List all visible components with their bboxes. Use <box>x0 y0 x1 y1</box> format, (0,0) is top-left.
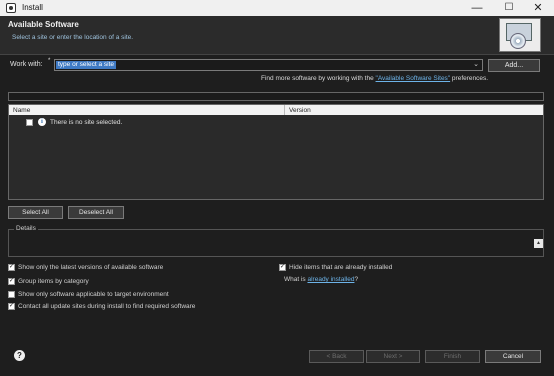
row-checkbox[interactable] <box>26 119 33 126</box>
finish-button[interactable]: Finish <box>425 350 480 363</box>
minimize-button[interactable]: — <box>462 0 492 16</box>
chevron-down-icon[interactable]: ⌄ <box>473 60 479 70</box>
find-more-suffix: preferences. <box>450 75 489 82</box>
work-with-combo[interactable]: type or select a site ⌄ <box>54 59 483 71</box>
software-tree[interactable]: Name Version i There is no site selected… <box>8 104 544 200</box>
checkbox-hide-installed[interactable]: ✓ <box>279 264 286 271</box>
cancel-button[interactable]: Cancel <box>485 350 541 363</box>
deselect-all-button[interactable]: Deselect All <box>68 206 124 219</box>
window-titlebar: Install — ☐ ✕ <box>0 0 554 16</box>
cd-disc-icon <box>510 33 526 49</box>
find-more-prefix: Find more software by working with the <box>261 75 376 82</box>
work-with-input-value[interactable]: type or select a site <box>56 61 116 69</box>
tree-row[interactable]: i There is no site selected. <box>9 117 543 127</box>
window-title: Install <box>22 3 43 12</box>
already-installed-link[interactable]: already installed <box>307 276 354 283</box>
what-is-prefix: What is <box>284 276 308 283</box>
option-label: Contact all update sites during install … <box>18 303 196 310</box>
what-is-suffix: ? <box>354 276 359 283</box>
filter-input[interactable] <box>8 92 544 101</box>
available-software-sites-link[interactable]: "Available Software Sites" <box>376 75 451 82</box>
column-header-name[interactable]: Name <box>13 107 30 114</box>
next-button[interactable]: Next > <box>366 350 420 363</box>
no-site-message: There is no site selected. <box>50 119 123 126</box>
page-title: Available Software <box>8 20 79 29</box>
what-is-installed-text: What is already installed? <box>284 276 358 283</box>
checkbox-group-by-category[interactable]: ✓ <box>8 278 15 285</box>
back-button[interactable]: < Back <box>309 350 364 363</box>
column-header-version[interactable]: Version <box>289 107 311 114</box>
option-label: Show only software applicable to target … <box>18 291 169 298</box>
option-label: Hide items that are already installed <box>289 264 393 271</box>
wizard-header: Available Software Select a site or ente… <box>0 16 554 54</box>
find-more-software-text: Find more software by working with the "… <box>261 75 488 82</box>
eclipse-app-icon <box>6 3 16 13</box>
option-label: Group items by category <box>18 278 89 285</box>
header-divider <box>0 54 554 55</box>
tree-header: Name Version <box>9 105 543 115</box>
column-divider[interactable] <box>284 105 285 115</box>
work-with-label: Work with: <box>10 61 43 68</box>
details-group: Details ▲ <box>8 225 544 257</box>
required-marker: * <box>48 58 51 64</box>
select-all-button[interactable]: Select All <box>8 206 63 219</box>
checkbox-target-environment[interactable] <box>8 291 15 298</box>
option-label: Show only the latest versions of availab… <box>18 264 164 271</box>
details-label: Details <box>14 225 38 232</box>
page-subtitle: Select a site or enter the location of a… <box>12 34 134 41</box>
maximize-button[interactable]: ☐ <box>494 0 524 16</box>
close-button[interactable]: ✕ <box>523 0 553 16</box>
checkbox-latest-versions[interactable]: ✓ <box>8 264 15 271</box>
help-icon[interactable]: ? <box>14 350 25 361</box>
add-site-button[interactable]: Add... <box>488 59 540 72</box>
info-icon: i <box>38 118 46 126</box>
install-wizard-banner-icon <box>499 18 541 52</box>
details-scroll-up-icon[interactable]: ▲ <box>534 239 543 248</box>
checkbox-contact-all-sites[interactable]: ✓ <box>8 303 15 310</box>
